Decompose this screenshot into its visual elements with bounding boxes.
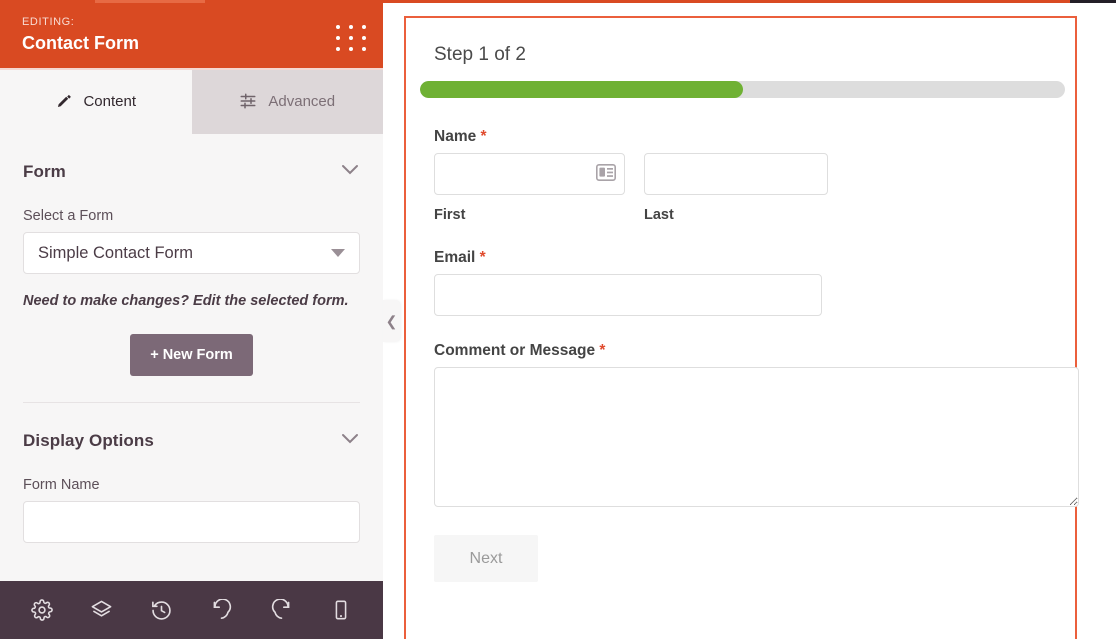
- apps-grid-dots-icon[interactable]: [336, 25, 366, 51]
- pencil-icon: [55, 93, 72, 110]
- field-comment: Comment or Message *: [434, 342, 1079, 507]
- submit-row: Next: [434, 535, 1061, 582]
- field-name-label-text: Name: [434, 128, 477, 145]
- redo-icon[interactable]: [264, 593, 298, 627]
- layers-icon[interactable]: [85, 593, 119, 627]
- field-name-label: Name *: [434, 128, 1061, 146]
- name-first-sublabel: First: [434, 207, 466, 223]
- tab-top-accent-line: [0, 68, 383, 70]
- field-name: Name * First Last: [434, 128, 1061, 223]
- form-fields: Name * First Last Email * Comment or Mes…: [420, 98, 1079, 582]
- form-edit-hint: Need to make changes? Edit the selected …: [23, 293, 349, 309]
- field-comment-label-text: Comment or Message: [434, 342, 596, 359]
- tab-advanced-label: Advanced: [268, 92, 336, 110]
- tab-content-label: Content: [83, 92, 137, 110]
- sidebar-bottom-toolbar: [0, 581, 383, 639]
- select-a-form-value: Simple Contact Form: [38, 243, 193, 262]
- step-indicator: Step 1 of 2: [434, 44, 526, 65]
- next-button[interactable]: Next: [434, 535, 538, 582]
- editing-label: EDITING:: [22, 16, 75, 28]
- tab-advanced[interactable]: Advanced: [191, 68, 383, 134]
- history-clock-icon[interactable]: [145, 593, 179, 627]
- page-title: Contact Form: [22, 33, 139, 53]
- form-preview-panel: Step 1 of 2 Name * First Last Email * Co…: [404, 16, 1079, 639]
- sidebar-tabs: Content Advanced: [0, 68, 383, 134]
- top-strip-segment-end: [1070, 0, 1116, 3]
- select-a-form-label: Select a Form: [23, 208, 114, 224]
- required-marker: *: [599, 342, 606, 359]
- undo-icon[interactable]: [204, 593, 238, 627]
- tab-content[interactable]: Content: [0, 68, 192, 134]
- select-a-form-dropdown[interactable]: Simple Contact Form: [23, 232, 360, 274]
- form-name-input[interactable]: [23, 501, 360, 543]
- name-last-sublabel: Last: [644, 207, 674, 223]
- new-form-button[interactable]: + New Form: [130, 334, 253, 376]
- comment-textarea[interactable]: [434, 367, 1079, 507]
- field-email-label-text: Email: [434, 249, 476, 266]
- progress-bar-track: [420, 81, 1065, 98]
- name-first-input[interactable]: [434, 153, 625, 195]
- field-email-label: Email *: [434, 249, 1061, 267]
- gear-icon[interactable]: [25, 593, 59, 627]
- sidebar-collapse-handle[interactable]: ❮: [383, 300, 400, 342]
- chevron-down-icon[interactable]: [340, 432, 360, 450]
- field-name-last-wrap: Last: [644, 153, 828, 223]
- section-title-form: Form: [23, 162, 66, 181]
- chevron-down-icon: [331, 249, 345, 257]
- field-name-first-wrap: First: [434, 153, 625, 223]
- new-form-button-wrap: + New Form: [23, 334, 360, 376]
- section-title-display-options: Display Options: [23, 431, 154, 450]
- required-marker: *: [480, 128, 487, 145]
- sidebar-content: Form Select a Form Simple Contact Form N…: [0, 134, 383, 543]
- sliders-icon: [239, 92, 257, 110]
- name-last-input[interactable]: [644, 153, 828, 195]
- page-root: EDITING: Contact Form Content Advanced F…: [0, 0, 1116, 639]
- chevron-left-icon: ❮: [385, 313, 398, 329]
- progress-bar-fill: [420, 81, 743, 98]
- sidebar-header: EDITING: Contact Form: [0, 3, 383, 68]
- editor-sidebar: EDITING: Contact Form Content Advanced F…: [0, 3, 383, 639]
- email-input[interactable]: [434, 274, 822, 316]
- field-email: Email *: [434, 249, 1061, 316]
- mobile-device-icon[interactable]: [324, 593, 358, 627]
- chevron-down-icon[interactable]: [340, 163, 360, 181]
- field-comment-label: Comment or Message *: [434, 342, 1061, 360]
- section-header-display-options[interactable]: Display Options: [23, 403, 360, 455]
- section-header-form[interactable]: Form: [23, 134, 360, 186]
- form-name-label: Form Name: [23, 477, 100, 493]
- required-marker: *: [479, 249, 486, 266]
